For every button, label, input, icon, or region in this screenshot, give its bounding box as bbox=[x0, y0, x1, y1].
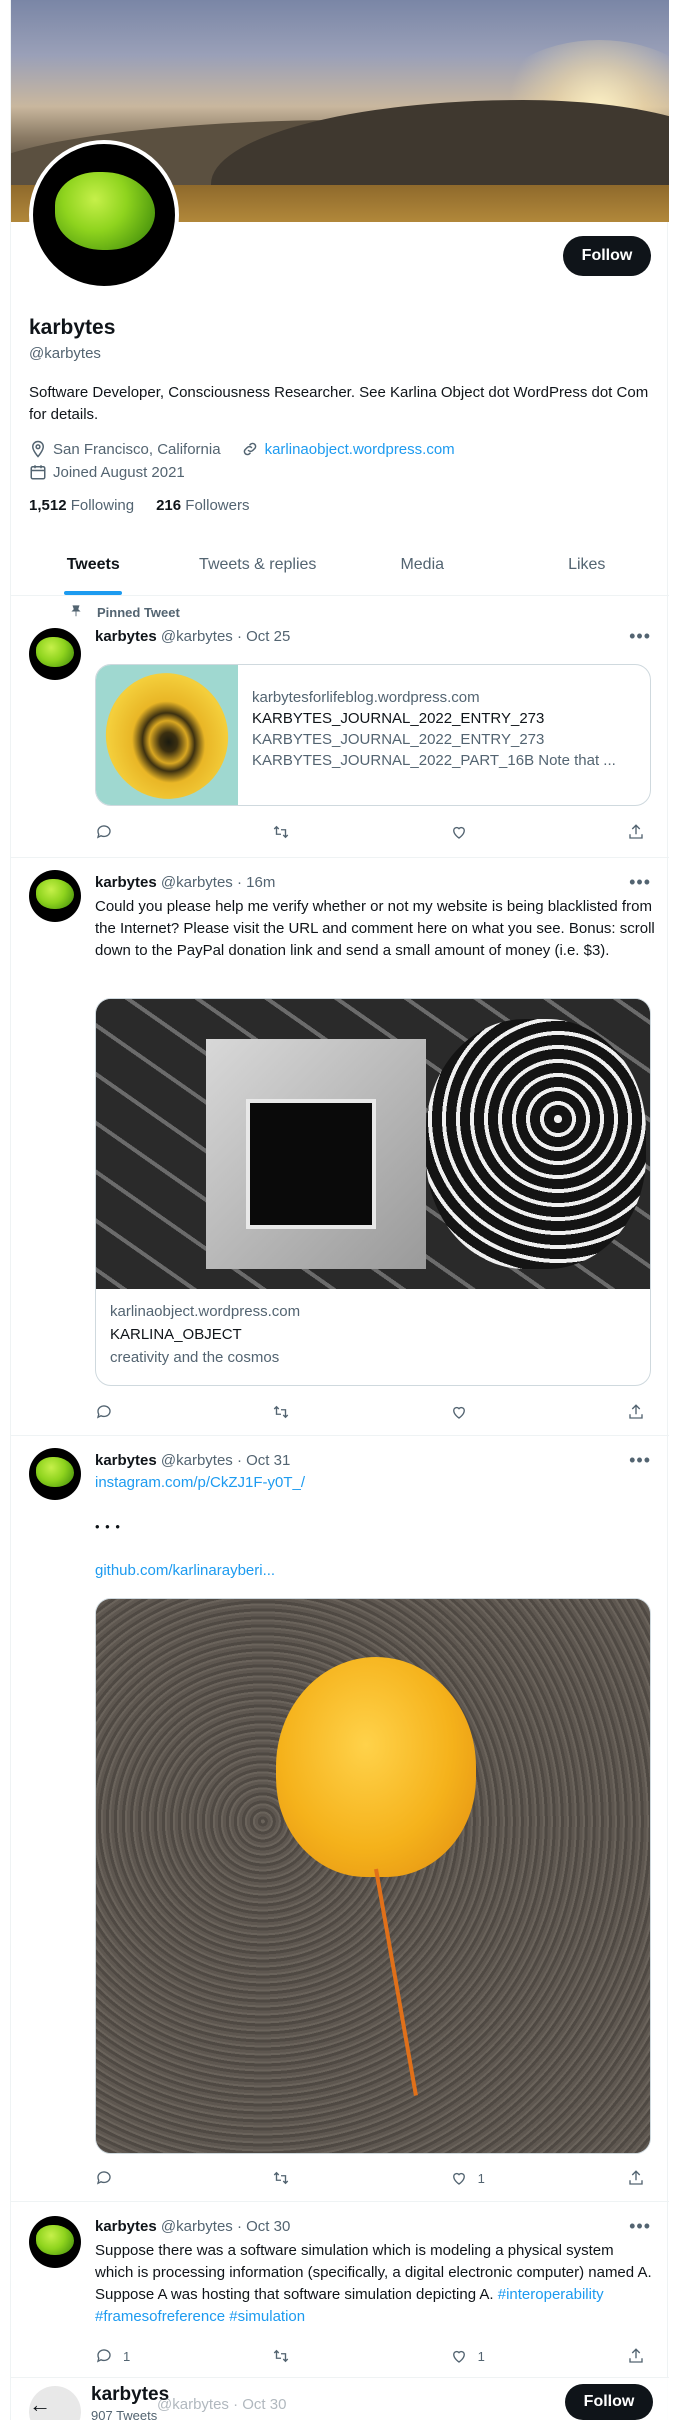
sticky-overlap-meta: @karbytes · Oct 30 bbox=[157, 2396, 287, 2413]
reply-icon bbox=[96, 2349, 111, 2363]
card-image bbox=[96, 999, 650, 1289]
reply-icon bbox=[96, 825, 111, 839]
profile-tabs: Tweets Tweets & replies Media Likes bbox=[11, 534, 669, 596]
tweet-avatar[interactable] bbox=[29, 628, 81, 680]
tweet-media-image[interactable] bbox=[95, 1598, 651, 2154]
card-description-2: KARBYTES_JOURNAL_2022_PART_16B Note that… bbox=[252, 752, 616, 769]
reply-icon bbox=[96, 2171, 111, 2185]
follow-counts: 1,512 Following 216 Followers bbox=[29, 497, 249, 514]
tweet-actions: 1 bbox=[95, 2166, 651, 2190]
profile-meta-row: San Francisco, California karlinaobject.… bbox=[29, 440, 455, 458]
profile-handle: @karbytes bbox=[29, 345, 101, 362]
follow-button[interactable]: Follow bbox=[563, 236, 651, 276]
back-arrow-icon[interactable]: ← bbox=[29, 2392, 51, 2418]
tweet-avatar[interactable] bbox=[29, 1448, 81, 1500]
tweet-avatar[interactable] bbox=[29, 2216, 81, 2268]
link-preview-card[interactable]: karbytesforlifeblog.wordpress.com KARBYT… bbox=[95, 664, 651, 806]
tweet-item[interactable]: karbytes @karbytes · Oct 30 ••• Suppose … bbox=[11, 2202, 669, 2378]
tweet-header: karbytes @karbytes · Oct 25 bbox=[95, 628, 291, 645]
reply-icon bbox=[96, 1405, 111, 1419]
sticky-profile-header: ← karbytes @karbytes · Oct 30 907 Tweets… bbox=[11, 2378, 669, 2420]
retweet-button[interactable] bbox=[272, 820, 392, 844]
like-button[interactable]: 1 bbox=[450, 2166, 570, 2190]
reply-button[interactable] bbox=[95, 2166, 215, 2190]
share-button[interactable] bbox=[627, 2166, 651, 2190]
tweet-actions: 1 1 bbox=[95, 2344, 651, 2368]
location-pin-icon bbox=[29, 440, 47, 458]
tweet-link-instagram[interactable]: instagram.com/p/CkZJ1F-y0T_/ bbox=[95, 1474, 305, 1491]
retweet-icon bbox=[274, 2349, 289, 2363]
profile-joined-row: Joined August 2021 bbox=[29, 463, 185, 481]
share-icon bbox=[629, 2348, 643, 2363]
profile-column: Follow karbytes @karbytes Software Devel… bbox=[10, 0, 669, 2420]
sticky-tweet-count: 907 Tweets bbox=[91, 2408, 158, 2420]
share-icon bbox=[629, 824, 643, 839]
retweet-icon bbox=[274, 1405, 289, 1419]
tweet-actions bbox=[95, 1400, 651, 1424]
more-options-icon[interactable]: ••• bbox=[629, 1450, 651, 1471]
profile-avatar[interactable] bbox=[29, 140, 179, 290]
profile-name: karbytes bbox=[29, 316, 116, 339]
tweet-text: Suppose there was a software simulation … bbox=[95, 2242, 652, 2325]
card-domain: karbytesforlifeblog.wordpress.com bbox=[252, 689, 480, 706]
followers-link[interactable]: 216 Followers bbox=[156, 497, 249, 514]
tweet-item[interactable]: karbytes @karbytes · Oct 31 ••• instagra… bbox=[11, 1436, 669, 2202]
retweet-icon bbox=[274, 825, 289, 839]
share-button[interactable] bbox=[627, 820, 651, 844]
tweet-actions bbox=[95, 820, 651, 844]
heart-icon bbox=[452, 1406, 465, 1419]
link-icon bbox=[241, 440, 259, 458]
card-title: KARLINA_OBJECT bbox=[110, 1326, 242, 1343]
heart-icon bbox=[452, 2172, 465, 2185]
profile-location: San Francisco, California bbox=[53, 440, 221, 458]
tab-tweets-and-replies[interactable]: Tweets & replies bbox=[176, 534, 341, 595]
tweet-avatar[interactable] bbox=[29, 870, 81, 922]
card-domain: karlinaobject.wordpress.com bbox=[110, 1303, 301, 1320]
card-description: creativity and the cosmos bbox=[110, 1349, 280, 1366]
tweet-item[interactable]: karbytes @karbytes · 16m ••• Could you p… bbox=[11, 858, 669, 1436]
card-description: KARBYTES_JOURNAL_2022_ENTRY_273 bbox=[252, 731, 545, 748]
card-thumbnail-image bbox=[96, 665, 243, 805]
reply-button[interactable] bbox=[95, 1400, 215, 1424]
tweet-text: Could you please help me verify whether … bbox=[95, 898, 655, 959]
tweet-ellipsis: • • • bbox=[95, 1519, 121, 1534]
more-options-icon[interactable]: ••• bbox=[629, 872, 651, 893]
card-title: KARBYTES_JOURNAL_2022_ENTRY_273 bbox=[252, 710, 545, 727]
following-link[interactable]: 1,512 Following bbox=[29, 497, 134, 514]
share-button[interactable] bbox=[627, 1400, 651, 1424]
tweet-header: karbytes @karbytes · 16m bbox=[95, 874, 276, 891]
more-options-icon[interactable]: ••• bbox=[629, 626, 651, 647]
profile-website-link[interactable]: karlinaobject.wordpress.com bbox=[265, 441, 455, 458]
retweet-button[interactable] bbox=[272, 1400, 392, 1424]
tweet-header: karbytes @karbytes · Oct 31 bbox=[95, 1452, 291, 1469]
reply-button[interactable] bbox=[95, 820, 215, 844]
tab-media[interactable]: Media bbox=[340, 534, 505, 595]
tab-tweets[interactable]: Tweets bbox=[11, 534, 176, 595]
share-button[interactable] bbox=[627, 2344, 651, 2368]
tweet-item[interactable]: karbytes @karbytes · Oct 25 ••• karbytes… bbox=[11, 596, 669, 858]
reply-button[interactable]: 1 bbox=[95, 2344, 215, 2368]
tweet-header: karbytes @karbytes · Oct 30 bbox=[95, 2218, 291, 2235]
sticky-follow-button[interactable]: Follow bbox=[565, 2384, 653, 2420]
share-icon bbox=[629, 1404, 643, 1419]
heart-icon bbox=[452, 2350, 465, 2363]
tweet-link-github[interactable]: github.com/karlinarayberi... bbox=[95, 1562, 275, 1579]
more-options-icon[interactable]: ••• bbox=[629, 2216, 651, 2237]
retweet-button[interactable] bbox=[272, 2344, 392, 2368]
heart-icon bbox=[452, 826, 465, 839]
retweet-button[interactable] bbox=[272, 2166, 392, 2190]
profile-joined: Joined August 2021 bbox=[53, 463, 185, 481]
like-button[interactable] bbox=[450, 820, 570, 844]
share-icon bbox=[629, 2170, 643, 2185]
like-button[interactable]: 1 bbox=[450, 2344, 570, 2368]
calendar-icon bbox=[29, 463, 47, 481]
tab-likes[interactable]: Likes bbox=[505, 534, 670, 595]
link-preview-card[interactable]: karlinaobject.wordpress.com KARLINA_OBJE… bbox=[95, 998, 651, 1386]
retweet-icon bbox=[274, 2171, 289, 2185]
profile-bio: Software Developer, Consciousness Resear… bbox=[29, 384, 649, 423]
like-button[interactable] bbox=[450, 1400, 570, 1424]
